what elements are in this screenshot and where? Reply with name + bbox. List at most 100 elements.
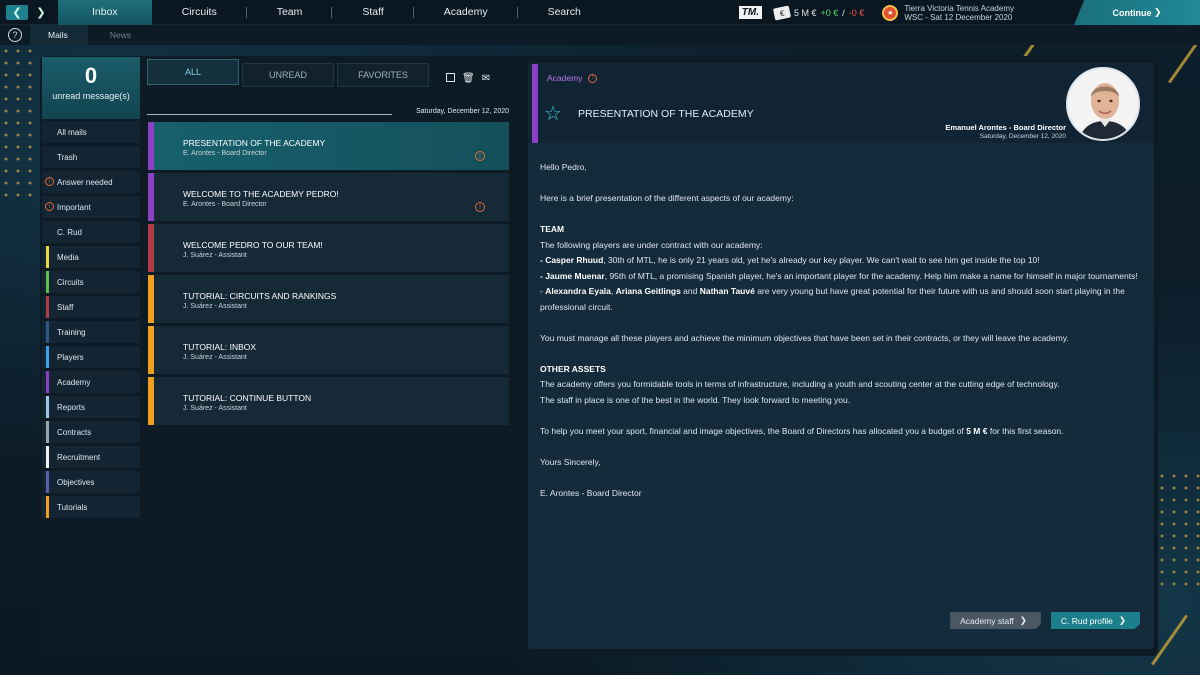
favorite-star-icon[interactable]: ☆: [544, 101, 562, 126]
sidebar-item-academy[interactable]: Academy: [42, 371, 140, 393]
subtab-news[interactable]: News: [88, 25, 153, 45]
academy-staff-button[interactable]: Academy staff ❯: [950, 612, 1041, 629]
decorative-dots-right: [1156, 470, 1200, 590]
sidebar-item-trash[interactable]: Trash: [42, 146, 140, 168]
forward-arrow-icon[interactable]: ❯: [30, 5, 52, 20]
mail-item[interactable]: WELCOME TO THE ACADEMY PEDRO! E. Arontes…: [148, 173, 509, 221]
sidebar-item-c-rud[interactable]: C. Rud: [42, 221, 140, 243]
manage-paragraph: You must manage all these players and ac…: [540, 332, 1069, 343]
tab-academy[interactable]: Academy: [414, 0, 518, 25]
filter-tab-favorites[interactable]: FAVORITES: [337, 63, 429, 87]
warning-icon: !: [475, 202, 485, 212]
mail-item[interactable]: WELCOME PEDRO TO OUR TEAM! J. Suárez - A…: [148, 224, 509, 272]
category-color-bar: [148, 275, 154, 323]
list-actions: 🗑 ✉: [446, 73, 490, 84]
sidebar-item-contracts[interactable]: Contracts: [42, 421, 140, 443]
player-line-3: - Alexandra Eyala, Ariana Geitlings and …: [540, 286, 1125, 312]
category-color-bar: [46, 371, 49, 393]
sidebar-item-players[interactable]: Players: [42, 346, 140, 368]
sidebar-item-important[interactable]: ! Important: [42, 196, 140, 218]
mail-subject: WELCOME TO THE ACADEMY PEDRO!: [183, 189, 339, 199]
sidebar-item-objectives[interactable]: Objectives: [42, 471, 140, 493]
trash-icon[interactable]: 🗑: [462, 73, 475, 84]
assets-paragraph-1: The academy offers you formidable tools …: [540, 379, 1060, 389]
club-date: WSC - Sat 12 December 2020: [904, 12, 1013, 22]
category-color-bar: [46, 271, 49, 293]
select-all-checkbox-icon[interactable]: [446, 73, 455, 82]
mail-item[interactable]: TUTORIAL: INBOX J. Suárez - Assistant: [148, 326, 509, 374]
chevron-right-icon: ❯: [1153, 7, 1162, 17]
sidebar-item-media[interactable]: Media: [42, 246, 140, 268]
mail-list: PRESENTATION OF THE ACADEMY E. Arontes -…: [148, 122, 509, 428]
category-color-bar: [148, 224, 154, 272]
back-arrow-icon[interactable]: ❮: [6, 4, 28, 20]
tab-team[interactable]: Team: [247, 0, 333, 25]
mail-from: E. Arontes - Board Director: [183, 150, 267, 157]
mail-folders: All mails Trash ! Answer needed ! Importan…: [42, 121, 140, 521]
mail-signature: E. Arontes - Board Director: [540, 487, 642, 498]
category-color-bar: [46, 496, 49, 518]
mail-item[interactable]: TUTORIAL: CONTINUE BUTTON J. Suárez - As…: [148, 377, 509, 425]
mail-greeting: Hello Pedro,: [540, 162, 587, 172]
history-arrows: ❮ ❯: [0, 0, 58, 25]
mail-subject: TUTORIAL: CIRCUITS AND RANKINGS: [183, 291, 337, 301]
assets-heading: OTHER ASSETS: [540, 363, 606, 374]
finance-separator: /: [842, 7, 845, 18]
mail-subject: TUTORIAL: CONTINUE BUTTON: [183, 393, 312, 403]
mail-filter-tabs: ALL UNREAD FAVORITES: [147, 59, 432, 87]
filter-tab-all[interactable]: ALL: [147, 59, 239, 85]
top-navigation-bar: ❮ ❯ Inbox Circuits Team Staff Academy Se…: [0, 0, 1200, 25]
category-color-bar: [148, 122, 154, 170]
team-intro: The following players are under contract…: [540, 239, 763, 250]
warning-icon: !: [588, 73, 598, 83]
sender-avatar[interactable]: [1066, 67, 1140, 141]
sidebar-item-answer-needed[interactable]: ! Answer needed: [42, 171, 140, 193]
list-date-header: Saturday, December 12, 2020: [147, 108, 509, 120]
mark-read-icon[interactable]: ✉: [482, 73, 490, 84]
category-color-bar: [46, 246, 49, 268]
unread-count: 0: [84, 63, 98, 88]
tab-circuits[interactable]: Circuits: [152, 0, 247, 25]
mail-actions: Academy staff ❯ C. Rud profile ❯: [950, 612, 1140, 629]
finance-summary[interactable]: € 5 M € +0 € / -0 €: [772, 4, 865, 21]
sidebar-item-staff[interactable]: Staff: [42, 296, 140, 318]
category-color-bar: [148, 326, 154, 374]
sidebar-item-all-mails[interactable]: All mails: [42, 121, 140, 143]
mail-subject: TUTORIAL: INBOX: [183, 342, 257, 352]
category-color-bar: [148, 377, 154, 425]
mail-item[interactable]: TUTORIAL: CIRCUITS AND RANKINGS J. Suáre…: [148, 275, 509, 323]
tm-logo[interactable]: TM.: [738, 6, 762, 19]
sidebar-item-training[interactable]: Training: [42, 321, 140, 343]
help-icon[interactable]: ?: [8, 28, 22, 42]
tab-staff[interactable]: Staff: [332, 0, 414, 25]
tab-inbox[interactable]: Inbox: [58, 0, 152, 25]
club-badge-icon: ★: [882, 4, 899, 21]
sidebar-item-reports[interactable]: Reports: [42, 396, 140, 418]
mail-header: Academy ! ☆ PRESENTATION OF THE ACADEMY …: [528, 63, 1154, 143]
mail-intro: Here is a brief presentation of the diff…: [540, 193, 794, 203]
subtab-mails[interactable]: Mails: [30, 25, 88, 45]
sidebar-item-circuits[interactable]: Circuits: [42, 271, 140, 293]
income-value: +0 €: [820, 7, 839, 18]
category-color-bar: [532, 64, 538, 143]
mail-item[interactable]: PRESENTATION OF THE ACADEMY E. Arontes -…: [148, 122, 509, 170]
category-color-bar: [46, 471, 49, 493]
sidebar-item-tutorials[interactable]: Tutorials: [42, 496, 140, 518]
mail-from: J. Suárez - Assistant: [183, 354, 247, 361]
chevron-right-icon: ❯: [1118, 615, 1126, 625]
mail-from: J. Suárez - Assistant: [183, 303, 247, 310]
club-name: Tierra Victoria Tennis Academy: [904, 3, 1014, 13]
category-color-bar: [46, 396, 49, 418]
player-profile-button[interactable]: C. Rud profile ❯: [1050, 612, 1140, 629]
filter-tab-unread[interactable]: UNREAD: [242, 63, 334, 87]
club-info[interactable]: ★ Tierra Victoria Tennis Academy WSC - S…: [882, 4, 1014, 22]
continue-button[interactable]: Continue ❯: [1074, 0, 1200, 25]
budget-paragraph: To help you meet your sport, financial a…: [540, 425, 1064, 436]
mail-from: J. Suárez - Assistant: [183, 252, 247, 259]
chevron-right-icon: ❯: [1019, 615, 1027, 625]
expense-value: -0 €: [848, 7, 865, 18]
mail-sender[interactable]: Emanuel Arontes - Board Director: [945, 123, 1066, 132]
mail-date: Saturday, December 12, 2020: [979, 133, 1066, 140]
sidebar-item-recruitment[interactable]: Recruitment: [42, 446, 140, 468]
tab-search[interactable]: Search: [518, 0, 611, 25]
